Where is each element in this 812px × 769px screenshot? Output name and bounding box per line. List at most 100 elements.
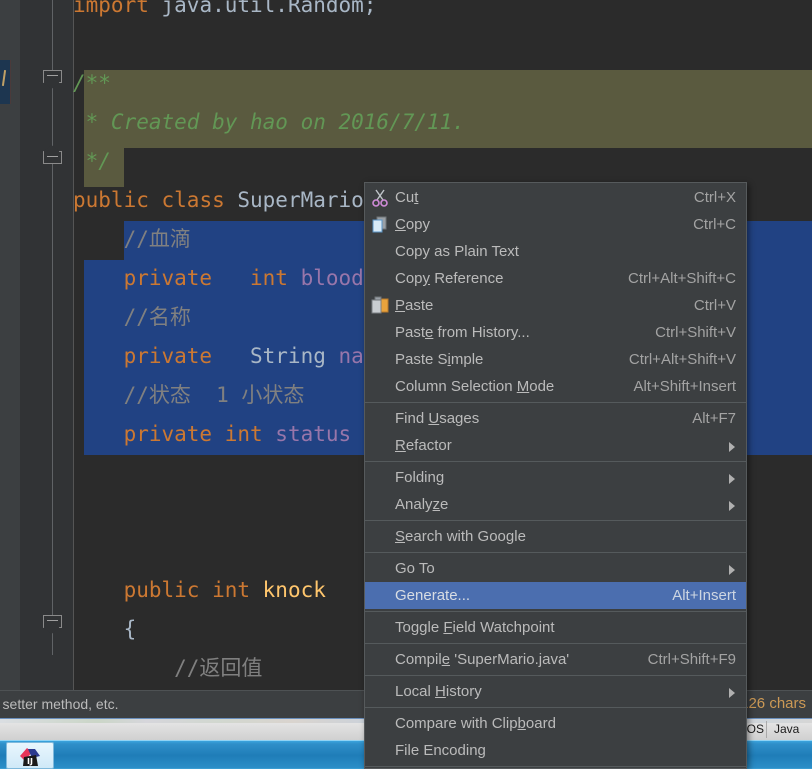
menu-item-generate[interactable]: Generate... Alt+Insert	[365, 582, 746, 609]
code-token: //状态 1 小状态	[73, 383, 318, 407]
menu-item-cut[interactable]: Cut Ctrl+X	[365, 184, 746, 211]
code-line: private int status	[73, 415, 352, 454]
menu-separator	[365, 402, 746, 403]
code-token: //血滴	[73, 227, 191, 251]
code-line: {	[73, 610, 137, 649]
submenu-arrow-icon	[726, 473, 736, 484]
menu-item-label: Copy as Plain Text	[395, 243, 519, 260]
submenu-arrow-icon	[726, 500, 736, 511]
menu-item-copy[interactable]: Copy Ctrl+C	[365, 211, 746, 238]
menu-item-refactor[interactable]: Refactor	[365, 432, 746, 459]
menu-item-paste-simple[interactable]: Paste Simple Ctrl+Alt+Shift+V	[365, 346, 746, 373]
code-line: public int knock	[73, 571, 326, 610]
menu-item-label: Analyze	[395, 496, 449, 513]
hint-text: r setter method, etc.	[0, 696, 119, 712]
code-token: SuperMario	[237, 188, 364, 212]
tool-window-stripe[interactable]	[0, 0, 21, 690]
code-line: private int blood	[73, 259, 364, 298]
menu-item-label: Column Selection Mode	[395, 378, 555, 395]
stripe-tab-partial[interactable]	[0, 60, 11, 104]
menu-item-column-selection-mode[interactable]: Column Selection Mode Alt+Shift+Insert	[365, 373, 746, 400]
code-token: import	[73, 0, 162, 17]
code-line: public class SuperMario	[73, 181, 364, 220]
cut-icon	[365, 184, 395, 211]
editor-context-menu[interactable]: Cut Ctrl+X Copy Ctrl+C Copy as Plain Text Cop…	[364, 182, 747, 769]
menu-item-label: Cut	[395, 189, 419, 206]
code-line: * Created by hao on 2016/7/11.	[73, 103, 465, 142]
code-token: int	[212, 578, 263, 602]
menu-item-search-with-google[interactable]: Search with Google	[365, 523, 746, 550]
status-language[interactable]: Java	[766, 722, 807, 736]
code-token: int	[224, 422, 276, 446]
menu-item-toggle-field-watchpoint[interactable]: Toggle Field Watchpoint	[365, 614, 746, 641]
taskbar-item-intellij[interactable]: IJ	[6, 742, 54, 769]
menu-item-shortcut: Ctrl+V	[693, 297, 736, 314]
editor-gutter[interactable]	[20, 0, 74, 690]
menu-separator	[365, 643, 746, 644]
menu-item-compare-with-clipboard[interactable]: Compare with Clipboard	[365, 710, 746, 737]
code-token: int	[224, 266, 301, 290]
code-token: class	[161, 188, 238, 212]
menu-item-shortcut: Ctrl+Alt+Shift+V	[628, 351, 736, 368]
menu-icon-slot	[365, 265, 395, 292]
paste-icon	[371, 296, 389, 314]
code-line: //血滴	[73, 220, 191, 259]
menu-icon-slot	[365, 238, 395, 265]
menu-item-label: Find Usages	[395, 410, 480, 427]
menu-item-shortcut: Ctrl+C	[693, 216, 736, 233]
menu-icon-slot	[365, 678, 395, 705]
menu-icon-slot	[365, 582, 395, 609]
menu-item-label: Paste Simple	[395, 351, 484, 368]
code-line: /**	[73, 64, 111, 103]
menu-item-label: File Encoding	[395, 742, 486, 759]
menu-item-label: Copy	[395, 216, 431, 233]
menu-item-label: Local History	[395, 683, 482, 700]
menu-icon-slot	[365, 319, 395, 346]
intellij-idea-icon: IJ	[20, 748, 40, 766]
menu-item-find-usages[interactable]: Find Usages Alt+F7	[365, 405, 746, 432]
menu-item-label: Compare with Clipboard	[395, 715, 556, 732]
code-line: import java.util.Random;	[73, 0, 376, 25]
ide-screenshot: import java.util.Random; /** * Created by…	[0, 0, 812, 769]
submenu-arrow-icon	[726, 441, 736, 452]
menu-icon-slot	[365, 614, 395, 641]
menu-icon-slot	[365, 346, 395, 373]
menu-icon-slot	[365, 405, 395, 432]
menu-item-shortcut: Alt+Insert	[672, 587, 736, 604]
code-token: public	[73, 578, 213, 602]
menu-item-shortcut: Alt+F7	[692, 410, 736, 427]
menu-item-label: Refactor	[395, 437, 452, 454]
code-line: //状态 1 小状态	[73, 376, 317, 415]
menu-item-label: Go To	[395, 560, 435, 577]
menu-item-folding[interactable]: Folding	[365, 464, 746, 491]
menu-icon-slot	[365, 646, 395, 673]
menu-icon-slot	[365, 737, 395, 764]
menu-item-copy-as-plain-text[interactable]: Copy as Plain Text	[365, 238, 746, 265]
menu-item-copy-reference[interactable]: Copy Reference Ctrl+Alt+Shift+C	[365, 265, 746, 292]
fold-marker-javadoc-start[interactable]	[43, 70, 62, 89]
stripe-tab-glyph	[1, 69, 7, 87]
menu-item-file-encoding[interactable]: File Encoding	[365, 737, 746, 764]
menu-item-local-history[interactable]: Local History	[365, 678, 746, 705]
code-token: knock	[262, 578, 326, 602]
menu-separator	[365, 520, 746, 521]
fold-marker-javadoc-end[interactable]	[43, 145, 62, 164]
menu-item-shortcut: Ctrl+Shift+F9	[647, 651, 736, 668]
code-token: private	[73, 266, 225, 290]
code-token: {	[73, 617, 137, 641]
menu-item-shortcut: Ctrl+Alt+Shift+C	[628, 270, 736, 287]
menu-item-compile-supermario-java[interactable]: Compile 'SuperMario.java' Ctrl+Shift+F9	[365, 646, 746, 673]
fold-marker-method[interactable]	[43, 615, 62, 634]
menu-separator	[365, 461, 746, 462]
menu-item-paste[interactable]: Paste Ctrl+V	[365, 292, 746, 319]
menu-item-go-to[interactable]: Go To	[365, 555, 746, 582]
menu-item-paste-from-history[interactable]: Paste from History... Ctrl+Shift+V	[365, 319, 746, 346]
svg-text:IJ: IJ	[27, 757, 33, 766]
menu-icon-slot	[365, 523, 395, 550]
copy-icon	[372, 216, 387, 233]
code-token: //返回值	[73, 656, 263, 680]
menu-item-analyze[interactable]: Analyze	[365, 491, 746, 518]
selection-char-count: 126 chars	[740, 695, 806, 712]
menu-item-shortcut: Alt+Shift+Insert	[633, 378, 736, 395]
code-token: public	[73, 188, 162, 212]
